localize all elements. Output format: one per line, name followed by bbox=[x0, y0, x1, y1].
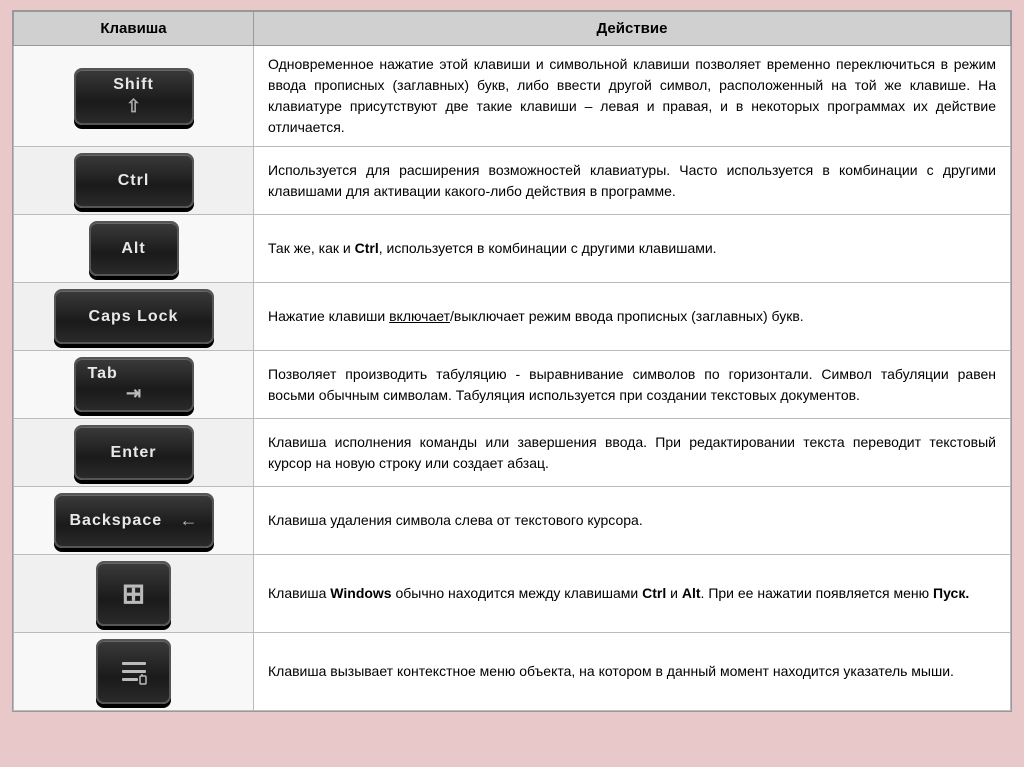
windows-logo-icon: ⊞ bbox=[122, 577, 145, 610]
col-header-key: Клавиша bbox=[14, 12, 254, 46]
key-label: Enter bbox=[111, 444, 157, 462]
key-cell-backspace: Backspace ← bbox=[14, 487, 254, 555]
table-row: Клавиша вызывает контекстное меню объект… bbox=[14, 633, 1011, 711]
ctrl-ref-bold: Ctrl bbox=[642, 585, 666, 601]
ctrl-bold: Ctrl bbox=[355, 240, 379, 256]
desc-tab: Позволяет производить табуляцию - выравн… bbox=[254, 351, 1011, 419]
windows-bold: Windows bbox=[330, 585, 391, 601]
key-cell-tab: Tab ⇥ bbox=[14, 351, 254, 419]
key-ctrl: Ctrl bbox=[74, 153, 194, 208]
key-menu bbox=[96, 639, 171, 704]
key-enter: Enter bbox=[74, 425, 194, 480]
table-row: Backspace ← Клавиша удаления символа сле… bbox=[14, 487, 1011, 555]
key-capslock: Caps Lock bbox=[54, 289, 214, 344]
key-label: Tab bbox=[88, 365, 118, 383]
table-row: ⊞ Клавиша Windows обычно находится между… bbox=[14, 555, 1011, 633]
key-tab: Tab ⇥ bbox=[74, 357, 194, 412]
desc-alt: Так же, как и Ctrl, используется в комби… bbox=[254, 215, 1011, 283]
desc-windows: Клавиша Windows обычно находится между к… bbox=[254, 555, 1011, 633]
key-label: Caps Lock bbox=[89, 308, 179, 326]
key-backspace: Backspace ← bbox=[54, 493, 214, 548]
desc-enter: Клавиша исполнения команды или завершени… bbox=[254, 419, 1011, 487]
key-cell-ctrl: Ctrl bbox=[14, 147, 254, 215]
key-shift: Shift ⇧ bbox=[74, 68, 194, 125]
key-cell-shift: Shift ⇧ bbox=[14, 46, 254, 147]
key-label: Backspace bbox=[70, 512, 163, 530]
key-alt: Alt bbox=[89, 221, 179, 276]
shift-icon: ⇧ bbox=[126, 96, 141, 117]
desc-backspace: Клавиша удаления символа слева от тексто… bbox=[254, 487, 1011, 555]
key-cell-menu bbox=[14, 633, 254, 711]
key-cell-windows: ⊞ bbox=[14, 555, 254, 633]
key-label: Alt bbox=[121, 240, 145, 258]
desc-menu: Клавиша вызывает контекстное меню объект… bbox=[254, 633, 1011, 711]
keyboard-table: Клавиша Действие Shift ⇧ Одновременное н… bbox=[12, 10, 1012, 712]
table-row: Ctrl Используется для расширения возможн… bbox=[14, 147, 1011, 215]
key-cell-capslock: Caps Lock bbox=[14, 283, 254, 351]
desc-ctrl: Используется для расширения возможностей… bbox=[254, 147, 1011, 215]
key-label: Shift bbox=[113, 76, 154, 94]
pusk-bold: Пуск. bbox=[933, 585, 969, 601]
key-cell-enter: Enter bbox=[14, 419, 254, 487]
menu-key-icon bbox=[118, 656, 150, 688]
key-windows: ⊞ bbox=[96, 561, 171, 626]
tab-arrows-icon: ⇥ bbox=[126, 383, 141, 404]
key-cell-alt: Alt bbox=[14, 215, 254, 283]
key-label: Ctrl bbox=[118, 172, 150, 190]
backspace-arrow-icon: ← bbox=[180, 510, 198, 531]
underline-text: включает bbox=[389, 308, 450, 324]
col-header-action: Действие bbox=[254, 12, 1011, 46]
table-row: Enter Клавиша исполнения команды или зав… bbox=[14, 419, 1011, 487]
alt-ref-bold: Alt bbox=[682, 585, 701, 601]
table-row: Alt Так же, как и Ctrl, используется в к… bbox=[14, 215, 1011, 283]
table-row: Tab ⇥ Позволяет производить табуляцию - … bbox=[14, 351, 1011, 419]
table-row: Caps Lock Нажатие клавиши включает/выклю… bbox=[14, 283, 1011, 351]
desc-capslock: Нажатие клавиши включает/выключает режим… bbox=[254, 283, 1011, 351]
desc-shift: Одновременное нажатие этой клавиши и сим… bbox=[254, 46, 1011, 147]
table-row: Shift ⇧ Одновременное нажатие этой клави… bbox=[14, 46, 1011, 147]
